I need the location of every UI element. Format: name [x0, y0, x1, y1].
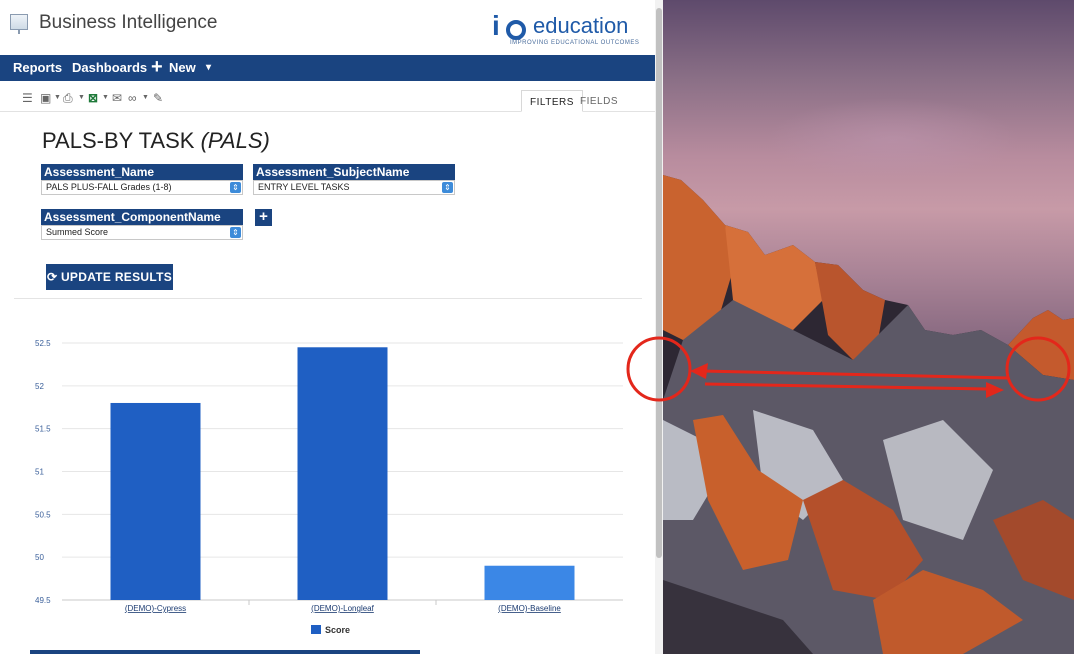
bar — [110, 402, 201, 600]
y-tick-label: 49.5 — [35, 596, 51, 605]
y-tick-label: 50.5 — [35, 510, 51, 519]
y-tick-label: 52.5 — [35, 339, 51, 348]
logo-letter: i — [492, 10, 500, 41]
score-bar-chart: 52.5 52 51.5 51 50.5 50 49.5 (DEMO)-Cypress (DEM… — [35, 339, 623, 635]
mountain-image — [663, 175, 1074, 654]
select-arrows-icon[interactable]: ⇕ — [442, 182, 453, 193]
table-header-strip — [30, 650, 420, 654]
section-divider — [14, 298, 642, 299]
desktop-wallpaper — [663, 0, 1074, 654]
select-arrows-icon[interactable]: ⇕ — [230, 227, 241, 238]
nav-new[interactable]: New — [169, 60, 196, 75]
page-title-sub: (PALS) — [200, 128, 270, 153]
print-icon[interactable]: ⎙ — [63, 91, 73, 105]
save-icon[interactable]: ▣ — [40, 91, 51, 105]
legend-swatch — [311, 625, 321, 634]
menu-icon[interactable]: ☰ — [22, 91, 33, 105]
scrollbar-thumb[interactable] — [656, 8, 662, 558]
select-value: ENTRY LEVEL TASKS — [258, 182, 350, 192]
chevron-down-icon[interactable]: ▼ — [102, 94, 109, 101]
excel-icon[interactable]: ⊠ — [88, 91, 98, 105]
refresh-icon: ⟳ — [46, 270, 58, 284]
y-tick-label: 51 — [35, 468, 44, 477]
update-results-label: UPDATE RESULTS — [60, 270, 173, 284]
main-nav: Reports Dashboards + New ▾ — [0, 55, 655, 81]
legend-label: Score — [325, 625, 350, 635]
x-tick-label: (DEMO)-Baseline — [498, 604, 561, 613]
bar — [297, 347, 388, 600]
filter-label: Assessment_Name — [41, 164, 243, 180]
top-bar: Business Intelligence i education IMPROV… — [0, 0, 655, 54]
chevron-down-icon[interactable]: ▼ — [142, 94, 149, 101]
education-logo[interactable]: i education IMPROVING EDUCATIONAL OUTCOM… — [490, 8, 650, 50]
filter-assessment-name: Assessment_Name PALS PLUS-FALL Grades (1… — [41, 164, 243, 195]
x-tick-label: (DEMO)-Longleaf — [311, 604, 374, 613]
logo-tagline: IMPROVING EDUCATIONAL OUTCOMES — [510, 40, 640, 46]
add-filter-button[interactable]: + — [255, 209, 272, 226]
page-title-main: PALS-BY TASK — [42, 128, 201, 153]
app-title: Business Intelligence — [39, 12, 218, 33]
filter-label: Assessment_SubjectName — [253, 164, 455, 180]
tab-fields[interactable]: FIELDS — [572, 90, 626, 112]
subject-name-select[interactable]: ENTRY LEVEL TASKS ⇕ — [253, 180, 455, 195]
plus-icon[interactable]: + — [151, 56, 163, 79]
link-icon[interactable]: ∞ — [128, 91, 137, 105]
filter-component-name: Assessment_ComponentName Summed Score ⇕ — [41, 209, 243, 240]
logo-circle-icon — [506, 20, 526, 40]
page-title: PALS-BY TASK (PALS) — [42, 128, 270, 154]
nav-dashboards[interactable]: Dashboards — [72, 60, 147, 75]
y-tick-label: 52 — [35, 382, 44, 391]
bar — [484, 565, 575, 600]
logo-word: education — [533, 13, 629, 38]
bi-app-window: Business Intelligence i education IMPROV… — [0, 0, 655, 654]
select-value: Summed Score — [46, 227, 109, 237]
report-toolbar: ☰ ▣ ▼ ⎙ ▼ ⊠ ▼ ✉ ∞ ▼ ✎ FILTERS FIELDS — [0, 86, 655, 112]
nav-reports[interactable]: Reports — [13, 60, 62, 75]
filter-label: Assessment_ComponentName — [41, 209, 243, 225]
presentation-icon — [10, 14, 28, 34]
vertical-scrollbar[interactable] — [655, 0, 663, 654]
nav-new-caret[interactable]: ▾ — [206, 62, 211, 73]
assessment-name-select[interactable]: PALS PLUS-FALL Grades (1-8) ⇕ — [41, 180, 243, 195]
chevron-down-icon[interactable]: ▼ — [78, 94, 85, 101]
y-tick-label: 51.5 — [35, 425, 51, 434]
x-tick-label: (DEMO)-Cypress — [125, 604, 186, 613]
component-name-select[interactable]: Summed Score ⇕ — [41, 225, 243, 240]
select-arrows-icon[interactable]: ⇕ — [230, 182, 241, 193]
edit-pencil-icon[interactable]: ✎ — [153, 91, 163, 105]
chevron-down-icon[interactable]: ▼ — [54, 94, 61, 101]
select-value: PALS PLUS-FALL Grades (1-8) — [46, 182, 172, 192]
filter-subject-name: Assessment_SubjectName ENTRY LEVEL TASKS… — [253, 164, 455, 195]
update-results-button[interactable]: ⟳ UPDATE RESULTS — [46, 264, 173, 290]
y-tick-label: 50 — [35, 553, 44, 562]
email-icon[interactable]: ✉ — [112, 91, 122, 105]
